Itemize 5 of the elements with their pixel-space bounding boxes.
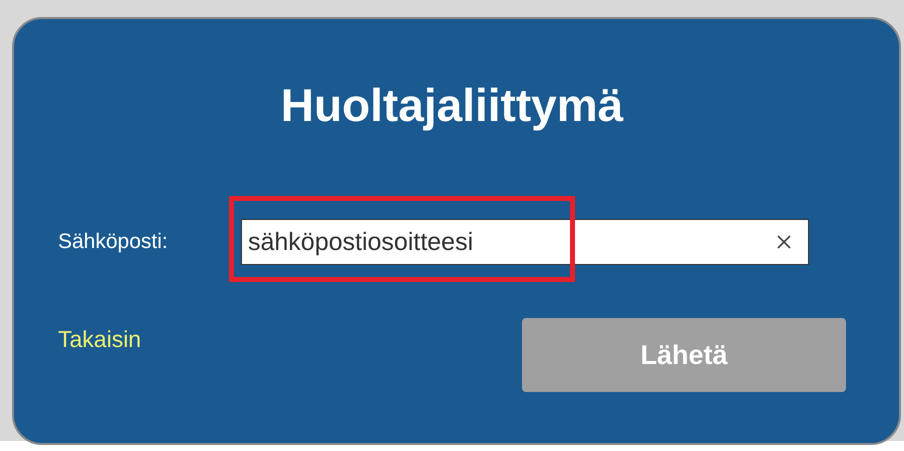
clear-icon[interactable] (776, 234, 792, 250)
email-field[interactable]: sähköpostiosoitteesi (241, 219, 809, 265)
field-label: Sähköposti: (58, 230, 169, 254)
back-link[interactable]: Takaisin (58, 326, 142, 353)
page-title: Huoltajaliittymä (280, 78, 624, 131)
